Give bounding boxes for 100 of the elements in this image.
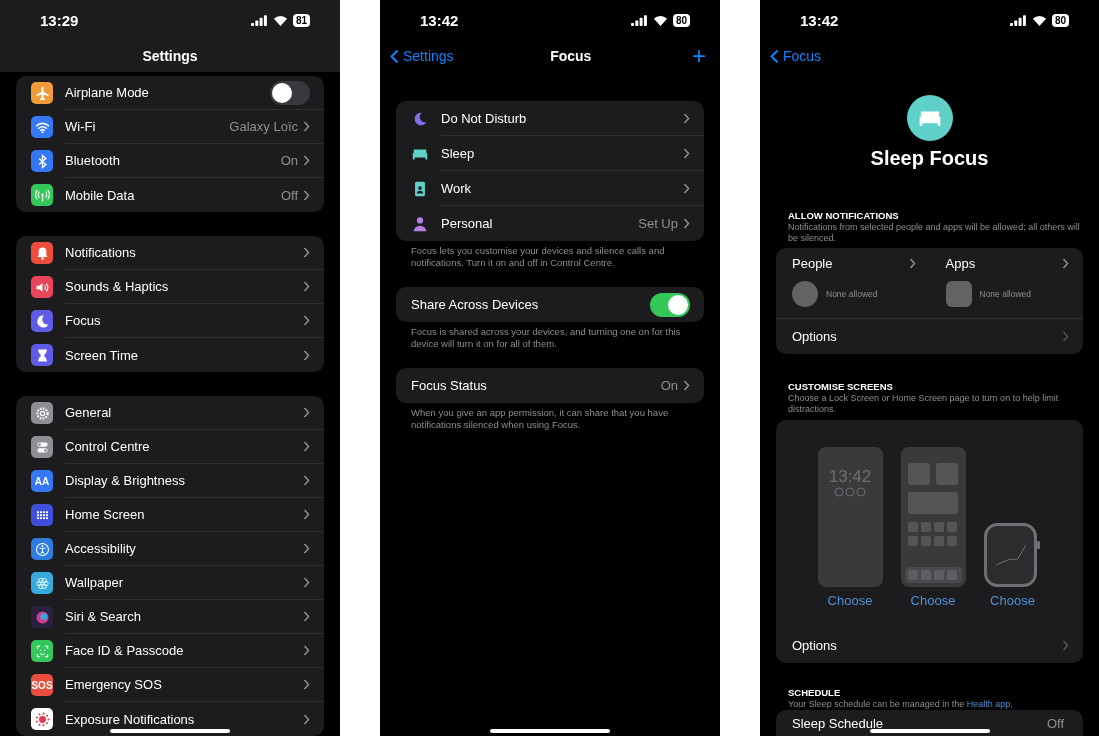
footer-text: Focus lets you customise your devices and silence calls and notifications. Turn it on and off in Control Centre. [411, 245, 666, 268]
screen-title: Settings [142, 48, 198, 64]
wifi-icon [272, 14, 288, 26]
chevron-icon [303, 713, 310, 725]
chevron-icon [303, 611, 310, 622]
row-label: Airplane Mode [65, 85, 150, 100]
back-button[interactable]: Focus [770, 48, 822, 64]
app-placeholder [945, 281, 972, 307]
row-value: Off [280, 187, 298, 203]
settings-row[interactable]: Face ID & Passcode [16, 634, 324, 668]
settings-row[interactable]: Siri & Search [16, 600, 324, 634]
section-description: Choose a Lock Screen or Home Screen page to turn on to help limit distractions. [788, 393, 1060, 415]
chevron-icon [303, 281, 310, 292]
battery-level: 81 [292, 13, 310, 27]
row-label: Exposure Notifications [65, 711, 196, 727]
options-link[interactable]: Options [792, 638, 1062, 653]
settings-row[interactable]: Airplane Mode [16, 76, 324, 110]
summary-text: None allowed [979, 289, 1031, 299]
sleep-schedule-row[interactable]: Sleep Schedule Off [776, 710, 1083, 736]
widget-circles-icon [833, 487, 867, 497]
chevron-icon [303, 441, 310, 452]
row-label: Control Centre [65, 439, 151, 454]
chevron-icon [303, 577, 310, 588]
focus-mode-row[interactable]: Sleep [396, 136, 704, 171]
options-link[interactable]: Options [792, 329, 1062, 344]
settings-row[interactable]: Mobile Data Off [16, 178, 324, 212]
chevron-icon [303, 189, 310, 201]
back-chevron-icon [390, 48, 399, 64]
chevron-icon [303, 543, 310, 554]
row-label: Wallpaper [65, 575, 125, 590]
focus-mode-row[interactable]: Work [396, 171, 704, 206]
settings-row[interactable]: AA Display & Brightness [16, 464, 324, 498]
row-label: Do Not Disturb [441, 110, 528, 126]
choose-button[interactable]: Choose [827, 593, 873, 608]
section-header: SCHEDULE [788, 687, 842, 699]
status-time: 13:42 [800, 11, 839, 29]
row-label: Sleep [441, 145, 476, 161]
chevron-icon [683, 112, 690, 124]
settings-row[interactable]: Screen Time [16, 338, 324, 372]
signal-icon [1009, 14, 1027, 26]
row-label: Home Screen [65, 507, 146, 522]
settings-row[interactable]: Accessibility [16, 532, 324, 566]
watch-drawing [983, 523, 1042, 587]
column-label[interactable]: Apps [945, 256, 1062, 271]
row-label: Notifications [65, 245, 137, 260]
settings-row[interactable]: Sounds & Haptics [16, 270, 324, 304]
health-app-link[interactable]: Health app. [966, 699, 1013, 709]
choose-button[interactable]: Choose [990, 593, 1035, 608]
settings-row[interactable]: SOS Emergency SOS [16, 668, 324, 702]
chevron-icon [303, 155, 310, 166]
chevron-icon [303, 315, 310, 326]
chevron-icon [1062, 258, 1069, 269]
chevron-icon [303, 475, 310, 486]
settings-row[interactable]: Focus [16, 304, 324, 338]
chevron-icon [1062, 640, 1069, 651]
settings-row[interactable]: Home Screen [16, 498, 324, 532]
column-label[interactable]: People [792, 256, 909, 271]
settings-row[interactable]: Control Centre [16, 430, 324, 464]
chevron-icon [683, 380, 690, 391]
row-label: Accessibility [65, 541, 137, 556]
settings-row[interactable]: Wi-Fi Galaxy Loïc [16, 110, 324, 144]
add-button[interactable]: + [688, 44, 710, 68]
screen-title: Sleep Focus [870, 147, 989, 170]
battery-level: 80 [672, 13, 690, 27]
back-button[interactable]: Settings [390, 48, 454, 64]
row-label: Sleep Schedule [792, 716, 885, 731]
summary-text: None allowed [826, 289, 878, 299]
chevron-icon [303, 121, 310, 132]
focus-mode-row[interactable]: Personal Set Up [396, 206, 704, 241]
row-value: Set Up [638, 216, 678, 231]
chevron-icon [683, 147, 690, 159]
section-description: Notifications from selected people and apps will be allowed; all others will be silenced. [788, 222, 1081, 244]
row-label: Screen Time [65, 347, 139, 363]
focus-mode-row[interactable]: Do Not Disturb [396, 101, 704, 136]
chevron-icon [303, 509, 310, 520]
row-label: Wi-Fi [65, 119, 97, 134]
signal-icon [630, 14, 648, 26]
toggle-switch[interactable] [650, 292, 690, 317]
settings-row[interactable]: Wallpaper [16, 566, 324, 600]
section-header: CUSTOMISE SCREENS [788, 381, 894, 393]
row-label: Focus Status [411, 378, 488, 393]
row-label: Face ID & Passcode [65, 643, 185, 658]
row-label: Focus [65, 313, 102, 328]
row-label: Display & Brightness [65, 473, 186, 488]
chevron-icon [683, 182, 690, 194]
row-label: Personal [441, 216, 494, 231]
settings-row[interactable]: Notifications [16, 236, 324, 270]
bed-icon [906, 95, 953, 141]
status-time: 13:29 [40, 11, 79, 29]
row-value: On [660, 378, 678, 393]
chevron-icon [303, 349, 310, 361]
row-label: General [65, 405, 113, 420]
settings-row[interactable]: Bluetooth On [16, 144, 324, 178]
row-label: Bluetooth [65, 153, 121, 168]
wifi-icon [1031, 14, 1047, 26]
choose-button[interactable]: Choose [910, 593, 956, 608]
screen-title: Focus [550, 48, 592, 64]
toggle-switch[interactable] [270, 80, 310, 105]
focus-status-row[interactable]: Focus Status On [396, 368, 704, 403]
settings-row[interactable]: General [16, 396, 324, 430]
